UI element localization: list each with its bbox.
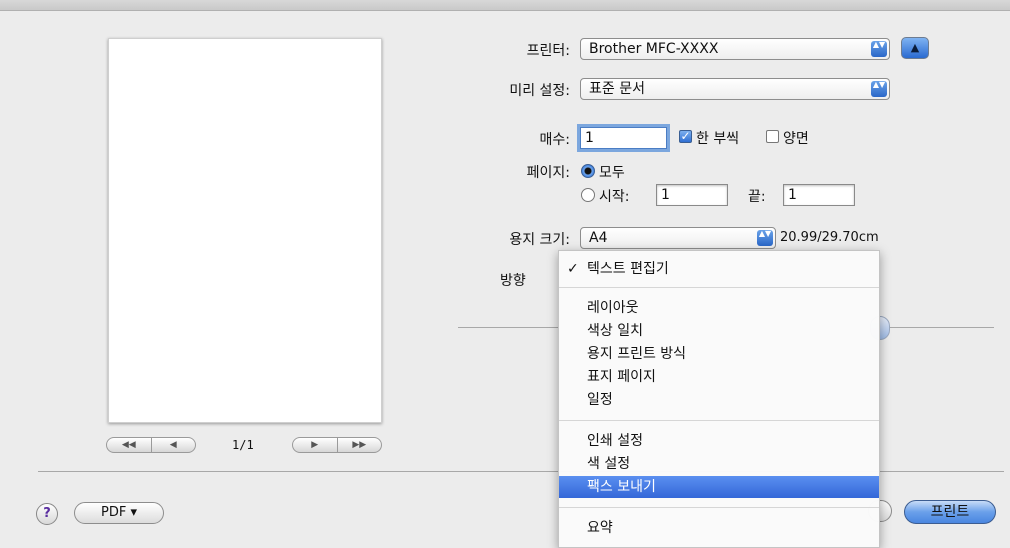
presets-value: 표준 문서	[589, 81, 645, 97]
copies-label: 매수:	[539, 132, 570, 148]
section-divider-left	[458, 327, 558, 328]
menu-item-paper-handling[interactable]: 용지 프린트 방식	[559, 343, 879, 365]
duplex-label: 양면	[783, 131, 809, 147]
paper-size-label: 용지 크기:	[509, 232, 570, 248]
menu-separator	[559, 420, 879, 421]
printer-popup[interactable]: Brother MFC-XXXX ▲▼	[580, 38, 890, 60]
section-divider-right	[888, 327, 994, 328]
paper-size-popup[interactable]: A4 ▲▼	[580, 227, 776, 249]
menu-item-scheduler[interactable]: 일정	[559, 389, 879, 411]
panel-menu: ✓ 텍스트 편집기 레이아웃 색상 일치 용지 프린트 방식 표지 페이지 일정…	[558, 250, 880, 548]
window-top-strip	[0, 0, 1010, 11]
menu-separator	[559, 507, 879, 508]
previous-page-button[interactable]: ◀	[150, 438, 196, 452]
presets-label: 미리 설정:	[509, 83, 570, 99]
menu-item-color-matching[interactable]: 색상 일치	[559, 320, 879, 342]
presets-popup[interactable]: 표준 문서 ▲▼	[580, 78, 890, 100]
menu-separator	[559, 287, 879, 288]
help-button[interactable]: ?	[36, 503, 58, 525]
pages-all-radio[interactable]	[581, 164, 595, 178]
pages-from-input[interactable]: 1	[656, 184, 728, 206]
first-page-button[interactable]: ◀◀	[107, 438, 151, 452]
pages-from-label: 시작:	[599, 189, 630, 205]
collated-label: 한 부씩	[696, 131, 740, 147]
checkmark-icon: ✓	[567, 261, 579, 277]
copies-input[interactable]: 1	[580, 127, 667, 149]
last-page-button[interactable]: ▶▶	[336, 438, 382, 452]
page-preview	[108, 38, 382, 423]
preview-forward-buttons: ▶ ▶▶	[292, 437, 382, 453]
pages-range-radio[interactable]	[581, 188, 595, 202]
duplex-checkbox[interactable]	[766, 130, 779, 143]
pages-all-label: 모두	[599, 165, 625, 181]
pages-label: 페이지:	[526, 165, 570, 181]
menu-item-text-editor[interactable]: ✓ 텍스트 편집기	[559, 258, 879, 280]
menu-item-summary[interactable]: 요약	[559, 517, 879, 539]
preview-back-buttons: ◀◀ ◀	[106, 437, 196, 453]
page-indicator: 1/1	[232, 438, 254, 452]
collated-checkbox[interactable]: ✓	[679, 130, 692, 143]
paper-size-value: A4	[589, 230, 608, 246]
popup-stepper-icon: ▲▼	[871, 41, 887, 57]
menu-item-layout[interactable]: 레이아웃	[559, 297, 879, 319]
menu-item-print-settings[interactable]: 인쇄 설정	[559, 430, 879, 452]
pages-to-label: 끝:	[748, 189, 766, 205]
next-page-button[interactable]: ▶	[293, 438, 337, 452]
print-button[interactable]: 프린트	[904, 500, 996, 524]
pages-to-input[interactable]: 1	[783, 184, 855, 206]
orientation-label: 방향	[500, 273, 526, 289]
printer-label: 프린터:	[526, 43, 570, 59]
popup-stepper-icon: ▲▼	[871, 81, 887, 97]
disclosure-button[interactable]: ▲	[901, 37, 929, 59]
menu-item-color-settings[interactable]: 색 설정	[559, 453, 879, 475]
menu-item-send-fax[interactable]: 팩스 보내기	[559, 476, 879, 498]
printer-value: Brother MFC-XXXX	[589, 41, 719, 57]
pdf-button[interactable]: PDF ▾	[74, 502, 164, 524]
menu-item-cover-page[interactable]: 표지 페이지	[559, 366, 879, 388]
paper-dimensions: 20.99/29.70cm	[780, 230, 879, 245]
popup-stepper-icon: ▲▼	[757, 230, 773, 246]
